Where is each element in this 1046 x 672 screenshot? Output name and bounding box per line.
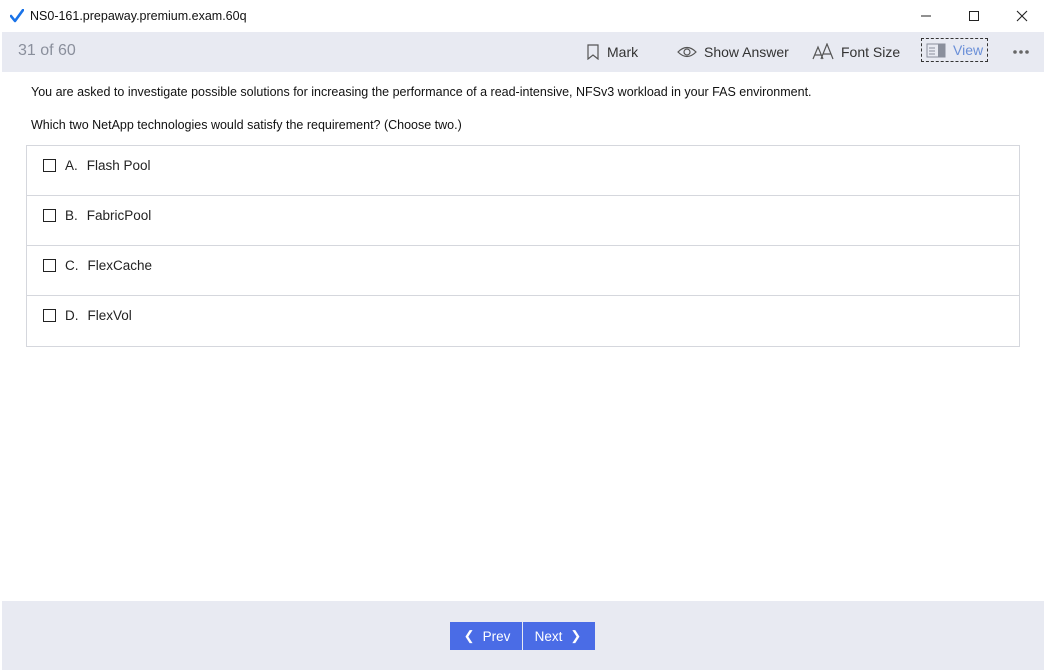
answer-options: A. Flash Pool B. FabricPool C. FlexCache…	[26, 145, 1020, 347]
minimize-button[interactable]	[902, 0, 950, 32]
exam-toolbar: 31 of 60 Mark Show Answer Font Size View	[2, 32, 1044, 72]
prev-button[interactable]: ❮ Prev	[450, 622, 522, 650]
maximize-icon	[969, 11, 979, 21]
chevron-left-icon: ❮	[463, 628, 475, 643]
window-title: NS0-161.prepaway.premium.exam.60q	[30, 9, 247, 23]
minimize-icon	[921, 15, 931, 17]
show-answer-button[interactable]: Show Answer	[677, 41, 789, 63]
more-options-button[interactable]	[1012, 41, 1037, 63]
option-checkbox[interactable]	[43, 209, 56, 222]
option-letter: B.	[65, 208, 78, 223]
answer-option-c[interactable]: C. FlexCache	[27, 246, 1019, 296]
show-answer-label: Show Answer	[704, 44, 789, 60]
layout-icon	[926, 43, 946, 57]
navigation-footer: ❮ Prev Next ❯	[2, 601, 1044, 670]
option-letter: A.	[65, 158, 78, 173]
close-icon	[1016, 10, 1028, 22]
answer-option-b[interactable]: B. FabricPool	[27, 196, 1019, 246]
prev-label: Prev	[482, 628, 511, 644]
question-prompt: Which two NetApp technologies would sati…	[31, 118, 462, 132]
mark-label: Mark	[607, 44, 639, 60]
bookmark-icon	[587, 44, 599, 60]
checkmark-app-icon	[10, 9, 24, 23]
option-text: FlexCache	[87, 258, 153, 273]
view-button[interactable]: View	[921, 38, 989, 62]
next-button[interactable]: Next ❯	[523, 622, 595, 650]
option-checkbox[interactable]	[43, 309, 56, 322]
option-checkbox[interactable]	[43, 259, 56, 272]
option-letter: D.	[65, 308, 79, 323]
option-checkbox[interactable]	[43, 159, 56, 172]
mark-button[interactable]: Mark	[586, 41, 638, 63]
title-bar: NS0-161.prepaway.premium.exam.60q	[0, 0, 1046, 32]
next-label: Next	[534, 628, 563, 644]
maximize-button[interactable]	[950, 0, 998, 32]
option-letter: C.	[65, 258, 79, 273]
option-text: FabricPool	[86, 208, 152, 223]
answer-option-d[interactable]: D. FlexVol	[27, 296, 1019, 346]
question-text: You are asked to investigate possible so…	[31, 85, 812, 99]
question-counter: 31 of 60	[18, 42, 76, 59]
close-button[interactable]	[998, 0, 1046, 32]
font-size-icon	[812, 43, 834, 60]
chevron-right-icon: ❯	[570, 628, 582, 643]
view-label: View	[953, 42, 984, 58]
answer-option-a[interactable]: A. Flash Pool	[27, 146, 1019, 196]
font-size-label: Font Size	[841, 44, 901, 60]
ellipsis-icon	[1013, 50, 1029, 54]
eye-icon	[677, 46, 697, 58]
font-size-button[interactable]: Font Size	[812, 41, 900, 63]
option-text: FlexVol	[87, 308, 132, 323]
option-text: Flash Pool	[86, 158, 151, 173]
